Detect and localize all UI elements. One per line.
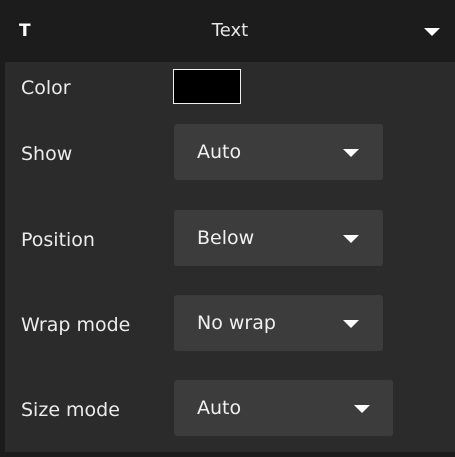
wrap-mode-dropdown[interactable]: No wrap xyxy=(174,295,383,351)
size-mode-dropdown-value: Auto xyxy=(197,397,242,419)
chevron-down-icon xyxy=(343,149,359,157)
position-dropdown[interactable]: Below xyxy=(174,210,383,266)
size-mode-dropdown[interactable]: Auto xyxy=(174,380,393,436)
show-dropdown-value: Auto xyxy=(197,141,242,163)
position-label: Position xyxy=(21,229,95,251)
position-dropdown-value: Below xyxy=(197,227,255,249)
section-title: Text xyxy=(211,20,249,41)
text-properties-panel: T Text Color Show Auto Position Below Wr… xyxy=(0,0,455,457)
chevron-down-icon xyxy=(343,320,359,328)
chevron-down-icon[interactable] xyxy=(424,28,440,36)
wrap-mode-label: Wrap mode xyxy=(21,314,131,336)
wrap-mode-dropdown-value: No wrap xyxy=(197,312,276,334)
section-header[interactable]: T Text xyxy=(5,0,455,62)
show-dropdown[interactable]: Auto xyxy=(174,124,383,180)
chevron-down-icon xyxy=(354,405,370,413)
show-label: Show xyxy=(21,143,73,165)
color-label: Color xyxy=(21,77,71,99)
chevron-down-icon xyxy=(343,235,359,243)
color-swatch[interactable] xyxy=(173,69,241,104)
size-mode-label: Size mode xyxy=(21,399,120,421)
